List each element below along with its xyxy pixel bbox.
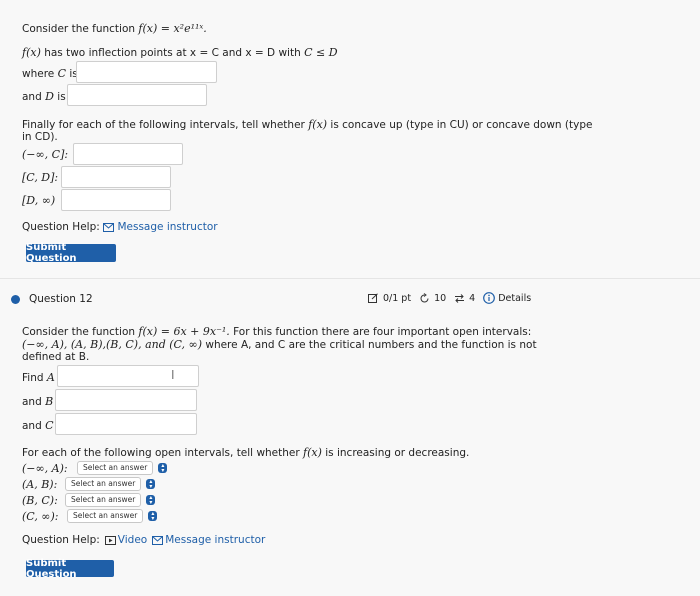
q12-video-text: Video (117, 534, 148, 546)
q12-retries: 10 (434, 292, 447, 304)
b-var: B (45, 395, 54, 408)
q12-a-input[interactable]: I (57, 365, 199, 387)
and-text: and (22, 91, 42, 103)
q12-and-c-label: and C (22, 419, 54, 432)
q11-interval-2-input[interactable] (61, 166, 171, 188)
and-text: and (22, 420, 42, 432)
text-cursor-icon: I (171, 368, 175, 382)
q12-video-link[interactable]: Video (104, 534, 148, 546)
q11-message-instructor-text: Message instructor (117, 221, 218, 233)
q12-message-instructor-text: Message instructor (165, 534, 266, 546)
q12-select-2[interactable]: Select an answer ▴ ▾ (65, 477, 156, 491)
finally-text-b: is concave up (type in CU) or concave do… (330, 119, 593, 131)
c-var: C (57, 67, 67, 80)
q12-select-2-label: (A, B): (22, 478, 58, 491)
q11-help-label: Question Help: (22, 221, 100, 233)
q12-help-label: Question Help: (22, 534, 100, 546)
q11-finally-line1: Finally for each of the following interv… (22, 118, 592, 131)
finally-text: Finally for each of the following interv… (22, 119, 305, 131)
q12-intervals-rest: where A, and C are the critical numbers … (205, 339, 537, 351)
question-divider (0, 278, 700, 279)
q12-intervals: (−∞, A), (A, B),(B, C), and (C, ∞) (22, 338, 203, 351)
updown-arrow-icon: ▴ ▾ (158, 463, 168, 474)
q12-submit-button[interactable]: Submit Question (26, 558, 114, 580)
attempts-icon (455, 293, 465, 303)
q12-and-b-label: and B (22, 395, 53, 408)
q11-message-instructor-link[interactable]: Message instructor (103, 221, 218, 233)
q11-c-input[interactable] (76, 61, 217, 83)
q11-and-d-label: and D is (22, 90, 66, 103)
q12-details-link[interactable]: Details (483, 292, 531, 304)
c-var: C (45, 419, 54, 432)
updown-arrow-icon: ▴ ▾ (146, 479, 156, 490)
q12-function: f(x) = 6x + 9x⁻¹. (138, 325, 230, 338)
where-text: where (22, 68, 55, 80)
updown-arrow-icon: ▴ ▾ (146, 495, 156, 506)
q11-function: f(x) = x²e¹¹ˣ. (138, 22, 207, 35)
envelope-icon (152, 535, 164, 545)
q11-d-input[interactable] (67, 84, 207, 106)
q12-select-3[interactable]: Select an answer ▴ ▾ (65, 493, 156, 507)
is-text: is (57, 91, 66, 103)
info-icon (483, 292, 496, 304)
q11-fx: f(x) (22, 46, 41, 59)
video-icon (104, 535, 116, 545)
q12-select-4-label: (C, ∞): (22, 510, 59, 523)
q12-b-input[interactable] (55, 389, 197, 411)
q11-intro: Consider the function f(x) = x²e¹¹ˣ. (22, 22, 207, 35)
q12-c-input[interactable] (55, 413, 197, 435)
edit-points-icon (368, 292, 378, 303)
q12-attempts: 4 (469, 292, 476, 304)
q11-interval-2-label: [C, D]: (22, 171, 59, 184)
q12-select-1[interactable]: Select an answer ▴ ▾ (77, 461, 168, 475)
q12-select-4[interactable]: Select an answer ▴ ▾ (67, 509, 158, 523)
q11-inflection-line: f(x) has two inflection points at x = C … (22, 46, 338, 59)
d-var: D (45, 90, 54, 103)
q11-interval-1-input[interactable] (73, 143, 183, 165)
q11-intro-text: Consider the function (22, 23, 136, 35)
q11-interval-3-input[interactable] (61, 189, 171, 211)
q11-condition: C ≤ D (304, 46, 338, 59)
q12-intro-line: Consider the function f(x) = 6x + 9x⁻¹. … (22, 325, 531, 338)
and-text: and (22, 396, 42, 408)
envelope-icon (103, 222, 115, 232)
inc-dec-rest: is increasing or decreasing. (325, 447, 470, 459)
q12-details-text: Details (498, 292, 532, 304)
q11-finally-line2: in CD). (22, 131, 58, 143)
q12-intro-rest: For this function there are four importa… (233, 326, 532, 338)
q12-points: 0/1 pt (383, 292, 412, 304)
question-bullet (11, 295, 20, 304)
q11-interval-3-label: [D, ∞) (22, 194, 56, 207)
q11-help-row: Question Help: Message instructor (22, 221, 218, 233)
q12-select-1-label: (−∞, A): (22, 462, 68, 475)
q12-defined-line: defined at B. (22, 351, 90, 363)
find-text: Find (22, 372, 44, 384)
select-placeholder: Select an answer (67, 509, 144, 523)
select-placeholder: Select an answer (65, 493, 142, 507)
q12-select-3-label: (B, C): (22, 494, 58, 507)
a-var: A (46, 371, 55, 384)
retry-icon (420, 292, 429, 302)
q12-status-bar: 0/1 pt 10 4 Details (368, 292, 531, 304)
q12-message-instructor-link[interactable]: Message instructor (152, 534, 265, 546)
q11-interval-1-label: (−∞, C]: (22, 148, 69, 161)
q11-submit-button[interactable]: Submit Question (26, 242, 116, 264)
inc-dec-text: For each of the following open intervals… (22, 447, 300, 459)
q12-find-a-label: Find A (22, 371, 55, 384)
select-placeholder: Select an answer (77, 461, 154, 475)
q12-intro-text: Consider the function (22, 326, 136, 338)
inc-dec-fx: f(x) (303, 446, 322, 459)
q12-help-row: Question Help: Video Message instructor (22, 534, 265, 546)
finally-fx: f(x) (308, 118, 328, 131)
q12-title: Question 12 (29, 293, 93, 305)
q12-inc-dec-line: For each of the following open intervals… (22, 446, 469, 459)
updown-arrow-icon: ▴ ▾ (148, 511, 158, 522)
q11-inflection-text: has two inflection points at x = C and x… (44, 47, 301, 59)
select-placeholder: Select an answer (65, 477, 142, 491)
q11-where-c-label: where C is (22, 67, 78, 80)
q12-intervals-line: (−∞, A), (A, B),(B, C), and (C, ∞) where… (22, 338, 537, 351)
